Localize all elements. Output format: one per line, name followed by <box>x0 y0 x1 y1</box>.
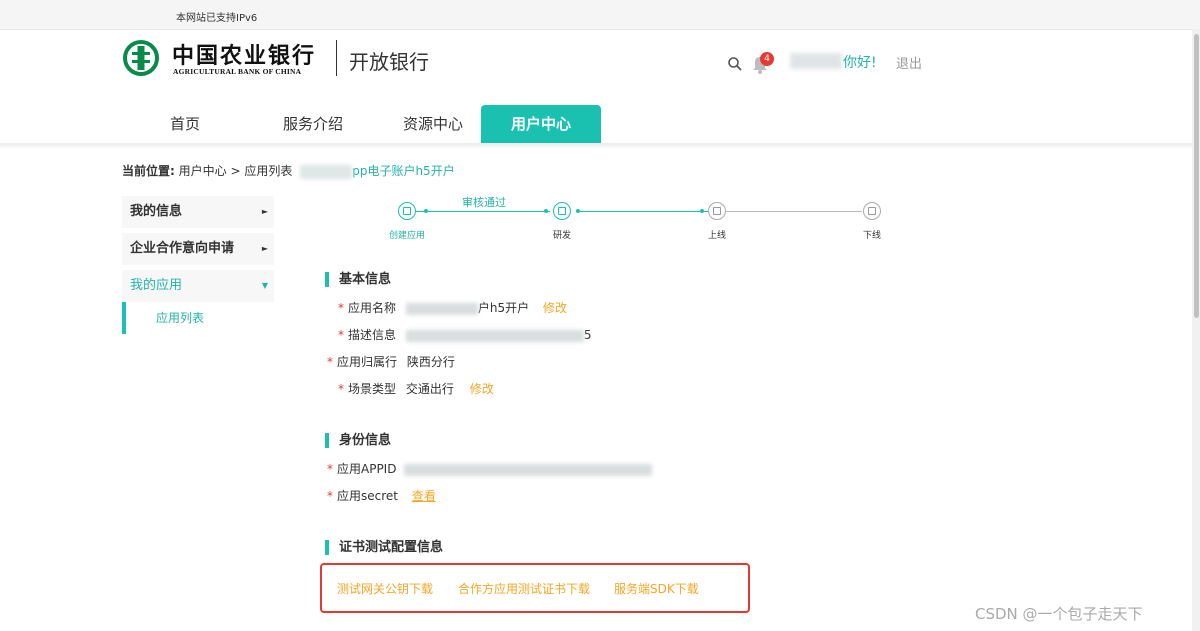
step-status-text: 审核通过 <box>462 196 506 209</box>
step-online-icon <box>708 202 726 220</box>
step-dot <box>544 209 548 213</box>
step-dot <box>700 209 704 213</box>
required-mark: * <box>327 355 333 369</box>
caret-down-icon: ▼ <box>261 281 268 290</box>
field-value: 5 <box>583 328 592 342</box>
app-name-blurred <box>405 302 478 315</box>
section-title-cert: 证书测试配置信息 <box>325 540 443 555</box>
logout-link[interactable]: 退出 <box>896 53 922 72</box>
download-sdk-link[interactable]: 服务端SDK下载 <box>614 580 699 597</box>
field-description: * 描述信息 5 <box>338 326 591 343</box>
sidebar-item-cooperation[interactable]: 企业合作意向申请 ► <box>122 233 274 265</box>
required-mark: * <box>338 328 344 342</box>
field-secret: * 应用secret 查看 <box>327 487 436 504</box>
section-title-basic: 基本信息 <box>325 272 391 287</box>
required-mark: * <box>338 301 344 315</box>
required-mark: * <box>327 489 333 503</box>
nav-item-resources[interactable]: 资源中心 <box>373 105 493 144</box>
field-value: 交通出行 <box>405 382 454 396</box>
breadcrumb-separator: > <box>230 164 241 178</box>
watermark: CSDN @一个包子走天下 <box>975 605 1143 623</box>
field-branch: * 应用归属行 陕西分行 <box>327 353 455 370</box>
breadcrumb-user-center[interactable]: 用户中心 <box>179 164 227 178</box>
logo-text-cn[interactable]: 中国农业银行 <box>172 38 316 70</box>
sidebar-item-label: 我的信息 <box>130 204 183 219</box>
top-notice-bar: 本网站已支持IPv6 <box>0 0 1200 30</box>
sidebar-item-label: 我的应用 <box>130 278 183 293</box>
logo-text-en: AGRICULTURAL BANK OF CHINA <box>173 67 302 76</box>
sidebar-item-my-info[interactable]: 我的信息 ► <box>122 196 274 228</box>
nav-divider <box>0 143 1200 149</box>
field-label: 描述信息 <box>348 328 397 342</box>
caret-right-icon: ► <box>261 244 268 253</box>
step-create-icon <box>398 202 416 220</box>
scrollbar-thumb[interactable] <box>1194 34 1199 318</box>
step-connector <box>726 211 862 212</box>
download-gateway-key-link[interactable]: 测试网关公钥下载 <box>337 580 433 597</box>
sidebar-item-label: 企业合作意向申请 <box>130 241 235 256</box>
appid-blurred <box>404 463 653 476</box>
notification-badge[interactable]: 4 <box>760 52 774 66</box>
step-label: 上线 <box>707 231 726 241</box>
site-name: 开放银行 <box>349 50 429 74</box>
required-mark: * <box>327 462 333 476</box>
field-label: 应用归属行 <box>337 355 398 369</box>
nav-item-user-center[interactable]: 用户中心 <box>481 105 601 144</box>
sidebar-item-my-apps[interactable]: 我的应用 ▼ <box>122 270 274 302</box>
sidebar-subitem-app-list[interactable]: 应用列表 <box>122 302 274 334</box>
breadcrumb-current: pp电子账户h5开户 <box>352 164 455 178</box>
step-connector <box>578 211 708 212</box>
field-app-name: * 应用名称 户h5开户 修改 <box>338 299 567 316</box>
breadcrumb-app-list[interactable]: 应用列表 <box>244 164 292 178</box>
required-mark: * <box>338 382 344 396</box>
abc-logo-icon[interactable] <box>123 40 159 76</box>
modify-scene-link[interactable]: 修改 <box>470 382 494 396</box>
description-blurred <box>405 329 584 342</box>
step-dot <box>576 209 580 213</box>
view-secret-link[interactable]: 查看 <box>412 489 436 503</box>
download-partner-cert-link[interactable]: 合作方应用测试证书下载 <box>458 580 590 597</box>
section-title-identity: 身份信息 <box>325 433 391 448</box>
field-scene: * 场景类型 交通出行 修改 <box>338 380 494 397</box>
greeting-text: 你好! <box>843 55 877 71</box>
username-blurred <box>790 53 842 69</box>
ipv6-notice: 本网站已支持IPv6 <box>176 13 258 24</box>
nav-item-home[interactable]: 首页 <box>130 105 240 144</box>
step-dot <box>424 209 428 213</box>
field-label: 应用APPID <box>337 462 397 476</box>
step-offline-icon <box>863 202 881 220</box>
modify-app-name-link[interactable]: 修改 <box>543 301 567 315</box>
breadcrumb-blurred <box>300 164 353 179</box>
field-label: 应用secret <box>337 489 398 503</box>
step-label: 创建应用 <box>388 231 425 241</box>
step-develop-icon <box>553 202 571 220</box>
field-label: 应用名称 <box>348 301 397 315</box>
step-label: 研发 <box>552 231 571 241</box>
step-label: 下线 <box>862 231 881 241</box>
logo-divider <box>336 40 337 76</box>
field-appid: * 应用APPID <box>327 460 653 477</box>
caret-right-icon: ► <box>261 207 268 216</box>
breadcrumb: 当前位置: 用户中心 > 应用列表 pp电子账户h5开户 <box>122 162 455 179</box>
search-icon[interactable] <box>727 56 743 72</box>
nav-item-services[interactable]: 服务介绍 <box>253 105 373 144</box>
field-label: 场景类型 <box>348 382 397 396</box>
progress-steps: 审核通过 创建应用 研发 上线 下线 <box>380 194 900 244</box>
breadcrumb-label: 当前位置: <box>122 164 175 178</box>
field-value: 户h5开户 <box>477 301 530 315</box>
step-connector <box>416 211 550 212</box>
field-value: 陕西分行 <box>406 355 455 369</box>
